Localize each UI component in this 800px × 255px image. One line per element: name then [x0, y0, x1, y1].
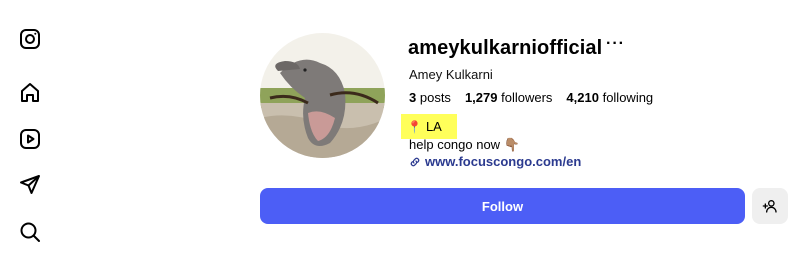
sidebar — [0, 0, 60, 255]
search-icon[interactable] — [18, 220, 42, 244]
followers-stat[interactable]: 1,279 followers — [465, 90, 552, 105]
reels-icon[interactable] — [18, 127, 42, 151]
posts-stat[interactable]: 3 posts — [409, 90, 451, 105]
instagram-icon[interactable] — [18, 27, 42, 51]
add-person-icon — [762, 200, 777, 213]
more-options-button[interactable]: ··· — [606, 35, 625, 53]
following-stat[interactable]: 4,210 following — [566, 90, 653, 105]
profile-link-text: www.focuscongo.com/en — [425, 154, 582, 169]
link-icon — [410, 157, 420, 166]
profile-bio: help congo now 👇🏽 — [409, 137, 520, 152]
profile-avatar[interactable] — [260, 33, 385, 158]
location-text: LA — [425, 119, 442, 134]
suggest-users-button[interactable] — [752, 188, 788, 224]
profile-full-name: Amey Kulkarni — [409, 67, 493, 82]
send-icon[interactable] — [18, 173, 42, 197]
profile-link[interactable]: www.focuscongo.com/en — [409, 154, 581, 169]
home-icon[interactable] — [18, 81, 42, 105]
location-pin-icon: 📍 — [407, 119, 422, 134]
profile-username: ameykulkarniofficial — [408, 37, 603, 59]
profile-stats: 3 posts 1,279 followers 4,210 following — [409, 90, 653, 105]
profile-location: 📍 LA — [401, 114, 457, 139]
follow-button[interactable]: Follow — [260, 188, 745, 224]
